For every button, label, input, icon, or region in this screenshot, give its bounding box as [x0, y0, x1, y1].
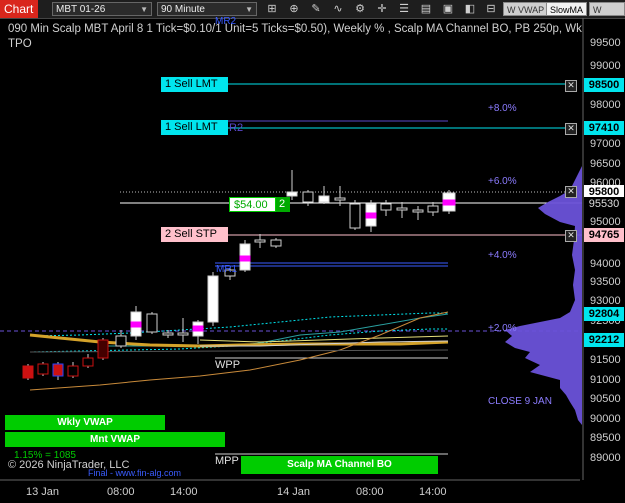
monthly-vwap-label: Mnt VWAP [5, 432, 225, 447]
zoom-in-icon[interactable]: ⊕ [287, 2, 301, 16]
strategy-icon[interactable]: ⚙ [353, 2, 367, 16]
time-label: 14:00 [170, 486, 198, 498]
price-label: 97000 [590, 138, 621, 150]
stop-price-tag[interactable]: 94765 [584, 228, 624, 242]
chevron-down-icon: ▼ [140, 5, 148, 14]
weekly-vwap-button[interactable]: W VWAP [503, 2, 549, 16]
price-label: 93500 [590, 276, 621, 288]
time-label: 08:00 [107, 486, 135, 498]
position-pnl[interactable]: $54.00 [229, 197, 276, 212]
save-icon[interactable]: ◧ [463, 2, 477, 16]
price-label: 90500 [590, 393, 621, 405]
weekly-vwap-label: Wkly VWAP [5, 415, 165, 430]
interval-selector[interactable]: 90 Minute ▼ [157, 2, 257, 16]
price-label: 91500 [590, 354, 621, 366]
price-label: 94000 [590, 258, 621, 270]
chart-title: 090 Min Scalp MBT April 8 1 Tick=$0.10/1… [8, 22, 583, 52]
instrument-selector[interactable]: MBT 01-26 ▼ [52, 2, 152, 16]
mr1-label: MR1 [216, 264, 238, 275]
interval-value: 90 Minute [161, 4, 205, 15]
settings-icon[interactable]: ⊟ [484, 2, 498, 16]
slow-ma-line [29, 333, 449, 348]
position-price-tag: 95530 [584, 197, 624, 211]
wpp-label: WPP [215, 359, 241, 371]
price-label: 99000 [590, 60, 621, 72]
sell-limit-price-tag[interactable]: 98500 [584, 78, 624, 92]
close-label: CLOSE 9 JAN [488, 396, 552, 407]
slow-ma-button[interactable]: SlowMA [546, 2, 588, 16]
sell-limit-order-2[interactable]: 1 Sell LMT [161, 120, 228, 135]
mr2-label: MR2 [215, 16, 237, 27]
close-icon[interactable]: ✕ [565, 230, 577, 242]
sell-stop-order[interactable]: 2 Sell STP [161, 227, 228, 242]
chart-trader-icon[interactable]: ☰ [397, 2, 411, 16]
sell-limit-price-tag-2[interactable]: 97410 [584, 121, 624, 135]
weekly-vwap-button-2[interactable]: W VWAP [589, 2, 625, 16]
chevron-down-icon: ▼ [245, 5, 253, 14]
price-label: 98000 [590, 99, 621, 111]
time-label: 13 Jan [26, 486, 60, 498]
time-label: 14 Jan [277, 486, 311, 498]
r2-label: R2 [229, 122, 244, 134]
price-label: 89500 [590, 432, 621, 444]
vwap-upper-price-tag: 92804 [584, 307, 624, 321]
chart-title-line1: 090 Min Scalp MBT April 8 1 Tick=$0.10/1… [8, 23, 582, 35]
price-chart[interactable] [0, 18, 625, 503]
vwap-lower-price-tag: 92212 [584, 333, 624, 347]
close-icon[interactable]: ✕ [565, 186, 577, 198]
position-quantity[interactable]: 2 [276, 197, 290, 212]
chart-tab[interactable]: Chart [0, 0, 38, 18]
close-icon[interactable]: ✕ [565, 80, 577, 92]
percent-level-4: +4.0% [488, 250, 517, 261]
crosshair-icon[interactable]: ✛ [375, 2, 389, 16]
chart-title-line2: TPO [8, 38, 32, 50]
chart-toolbar: Chart MBT 01-26 ▼ 90 Minute ▼ ⊞ ⊕ ✎ ∿ ⚙ … [0, 0, 625, 19]
sell-limit-order-1[interactable]: 1 Sell LMT [161, 77, 228, 92]
scalp-ma-channel-label: Scalp MA Channel BO [241, 456, 438, 474]
percent-level-8: +8.0% [488, 103, 517, 114]
drawing-tool-icon[interactable]: ✎ [309, 2, 323, 16]
percent-level-6: +6.0% [488, 176, 517, 187]
price-label: 90000 [590, 413, 621, 425]
price-label: 93000 [590, 295, 621, 307]
indicators-icon[interactable]: ∿ [331, 2, 345, 16]
volume-profile [505, 166, 582, 425]
lock-icon[interactable]: ▣ [441, 2, 455, 16]
properties-icon[interactable]: ▤ [419, 2, 433, 16]
percent-level-2: +2.0% [488, 323, 517, 334]
price-label: 99500 [590, 37, 621, 49]
final-note: Final - www.fin-alg.com [88, 468, 182, 478]
mpp-label: MPP [215, 455, 239, 467]
instrument-value: MBT 01-26 [56, 4, 106, 15]
weekly-vwap-line [29, 349, 449, 353]
price-label: 89000 [590, 452, 621, 464]
close-icon[interactable]: ✕ [565, 123, 577, 135]
time-label: 14:00 [419, 486, 447, 498]
price-label: 95000 [590, 216, 621, 228]
price-label: 96500 [590, 158, 621, 170]
time-label: 08:00 [356, 486, 384, 498]
price-label: 91000 [590, 374, 621, 386]
bar-type-icon[interactable]: ⊞ [265, 2, 279, 16]
